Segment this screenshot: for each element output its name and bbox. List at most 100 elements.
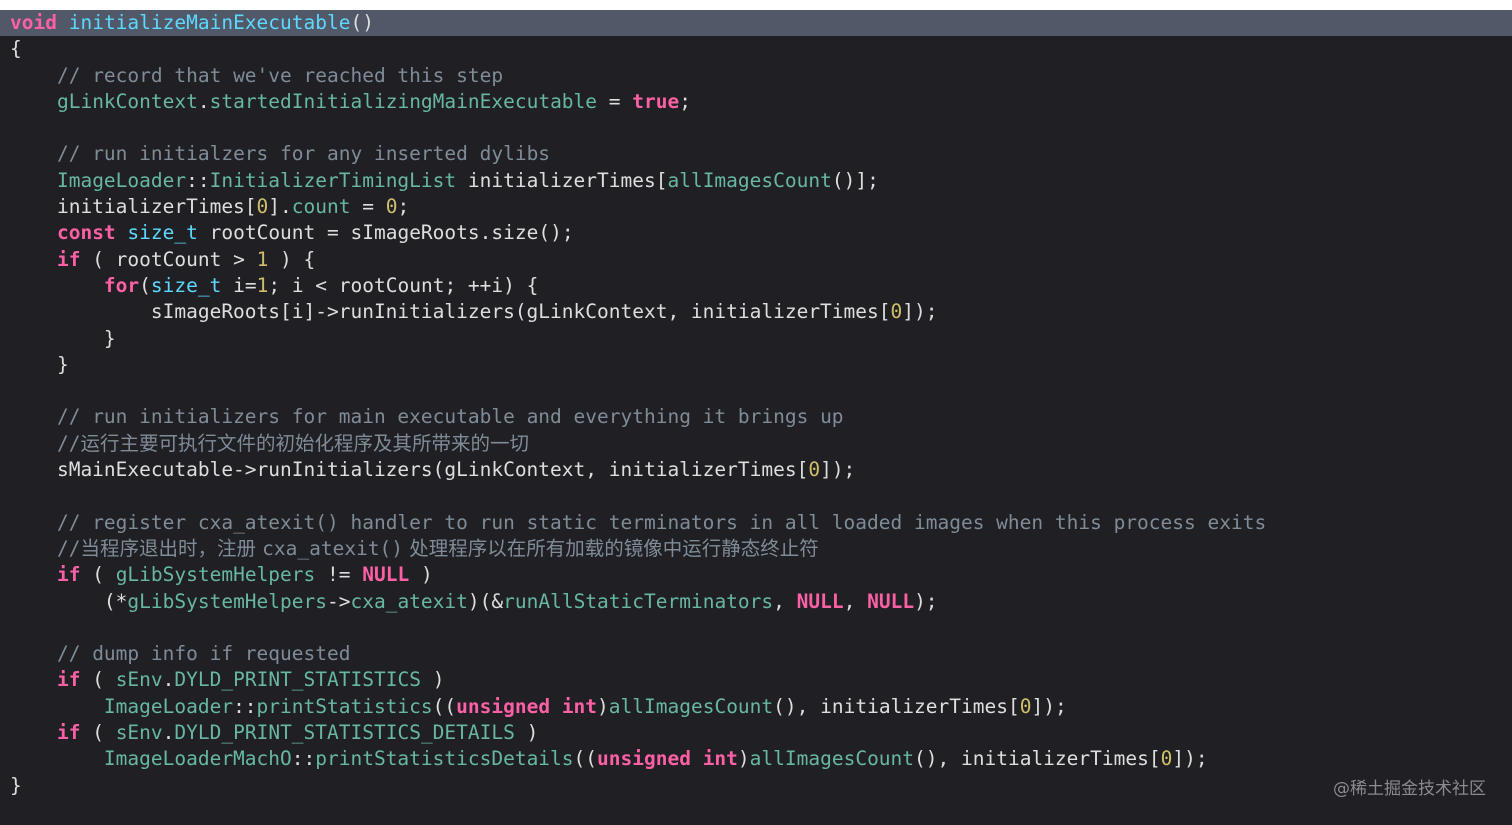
- code-token: // run initialzers for any inserted dyli…: [56, 142, 551, 166]
- code-token: NULL: [796, 589, 844, 613]
- code-line: (*gLibSystemHelpers->cxa_atexit)(&runAll…: [10, 589, 1266, 615]
- code-token: initializeMainExecutable: [68, 11, 351, 34]
- code-token: void: [10, 11, 57, 34]
- code-line: // register cxa_atexit() handler to run …: [10, 510, 1266, 536]
- code-token: sEnv: [115, 721, 163, 745]
- code-token: .: [162, 668, 175, 692]
- code-line: //当程序退出时，注册 cxa_atexit() 处理程序以在所有加载的镜像中运…: [10, 536, 1266, 562]
- code-line: const size_t rootCount = sImageRoots.siz…: [10, 220, 1266, 246]
- code-token: ::: [233, 694, 257, 718]
- code-token: ]);: [1031, 694, 1067, 718]
- code-token: allImagesCount: [608, 694, 774, 718]
- code-token: runAllStaticTerminators: [503, 589, 774, 613]
- code-token: int: [702, 747, 738, 771]
- code-token: 0: [1019, 694, 1032, 718]
- code-token: ((: [432, 694, 457, 718]
- code-token: 1: [256, 273, 269, 297]
- code-line: sImageRoots[i]->runInitializers(gLinkCon…: [10, 299, 1266, 325]
- code-token: ) {: [268, 247, 316, 271]
- code-token: 1: [256, 247, 269, 271]
- code-token: // register cxa_atexit() handler to run …: [56, 510, 1267, 534]
- code-line: {: [10, 36, 1266, 62]
- code-token: }: [10, 352, 69, 376]
- code-token: !=: [315, 563, 363, 587]
- code-token: gLibSystemHelpers: [115, 563, 316, 587]
- code-token: (*: [10, 589, 128, 613]
- code-token: ->: [327, 589, 351, 613]
- code-line: if ( rootCount > 1 ) {: [10, 247, 1266, 273]
- code-line: gLinkContext.startedInitializingMainExec…: [10, 89, 1266, 115]
- code-token: printStatisticsDetails: [315, 747, 574, 771]
- code-line: // run initialzers for any inserted dyli…: [10, 141, 1266, 167]
- code-token: //: [56, 536, 81, 560]
- code-editor[interactable]: void initializeMainExecutable () { // reco…: [0, 0, 1512, 825]
- code-token: for: [103, 273, 140, 297]
- code-line: ImageLoader::printStatistics((unsigned i…: [10, 694, 1266, 720]
- code-token: 0: [808, 458, 821, 482]
- code-token: ImageLoaderMachO: [103, 747, 292, 771]
- code-token: count: [291, 195, 351, 219]
- top-border: [0, 0, 1512, 10]
- code-token: (: [80, 668, 116, 692]
- code-token: 0: [385, 195, 398, 219]
- code-line: //运行主要可执行文件的初始化程序及其所带来的一切: [10, 431, 1266, 457]
- code-line: ImageLoaderMachO::printStatisticsDetails…: [10, 746, 1266, 772]
- code-line: }: [10, 352, 1266, 378]
- code-token: sMainExecutable->runInitializers(gLinkCo…: [10, 458, 809, 482]
- code-line: if ( sEnv.DYLD_PRINT_STATISTICS ): [10, 667, 1266, 693]
- code-token: ::: [186, 168, 210, 192]
- code-token: ,: [843, 589, 868, 613]
- code-token: .: [197, 89, 210, 113]
- code-line: }: [10, 326, 1266, 352]
- code-token: size_t: [127, 221, 198, 245]
- code-token: gLinkContext: [56, 89, 198, 113]
- code-token: allImagesCount: [667, 168, 832, 192]
- code-token: rootCount = sImageRoots.size();: [197, 221, 574, 245]
- code-token: 0: [256, 195, 269, 219]
- code-token: =: [597, 89, 633, 113]
- code-token: ): [409, 563, 433, 587]
- code-token: 0: [890, 300, 903, 324]
- code-token: ; i < rootCount; ++i) {: [268, 273, 539, 297]
- code-line: }: [10, 773, 1266, 799]
- source-code[interactable]: void initializeMainExecutable () { // reco…: [10, 10, 1266, 799]
- code-token: printStatistics: [256, 694, 433, 718]
- code-token: cxa_atexit(): [262, 536, 404, 560]
- code-token: startedInitializingMainExecutable: [209, 89, 598, 113]
- code-token: ,: [773, 589, 797, 613]
- code-token: );: [914, 589, 938, 613]
- code-token: ImageLoader: [56, 168, 187, 192]
- code-token: if: [56, 563, 81, 587]
- code-line: if ( gLibSystemHelpers != NULL ): [10, 562, 1266, 588]
- code-token: gLibSystemHelpers: [127, 589, 327, 613]
- code-token: ]);: [820, 458, 856, 482]
- code-token: cxa_atexit: [350, 589, 468, 613]
- code-token: //: [56, 431, 81, 455]
- code-token: (: [139, 273, 151, 297]
- code-token: ]);: [1172, 747, 1208, 771]
- code-token: NULL: [362, 563, 410, 587]
- code-token: ()];: [831, 168, 879, 192]
- code-token: if: [56, 721, 81, 745]
- code-line: // record that we've reached this step: [10, 63, 1266, 89]
- code-token: InitializerTimingList: [209, 168, 457, 192]
- code-line: initializerTimes[0].count = 0;: [10, 194, 1266, 220]
- code-token: ): [514, 721, 539, 745]
- code-token: )(&: [467, 589, 504, 613]
- code-token: const: [56, 221, 116, 245]
